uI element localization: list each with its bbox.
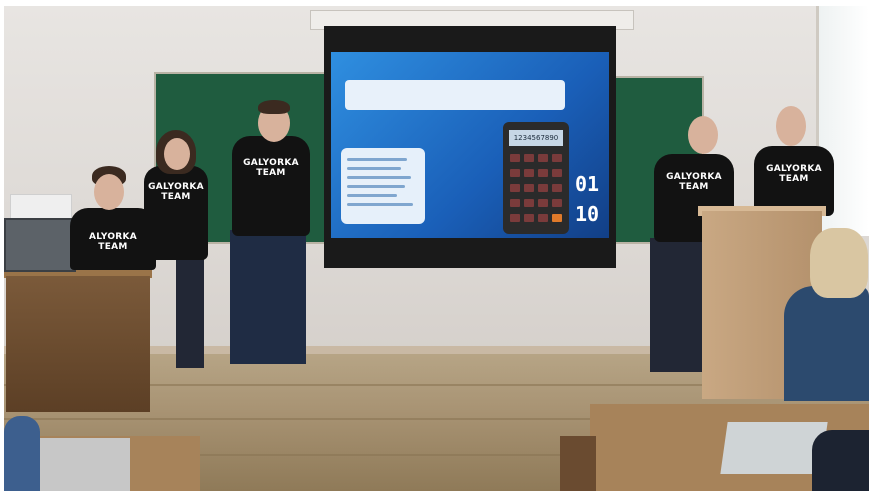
person-seated-head [94,174,124,210]
audience-person-hair [810,228,868,298]
person-woman-head [164,138,190,170]
slide-header [345,80,565,110]
shirt-logo: GALYORKA TEAM [766,164,822,184]
phone-display: 1234567890 [509,130,563,146]
person-woman-shirt: GALYORKA TEAM [144,166,208,260]
shirt-logo: GALYORKA TEAM [148,182,204,202]
person-woman-pants [176,256,204,368]
person-right1-head [688,116,718,154]
person-center-jeans [230,230,306,364]
presentation-slide: 1234567890 01 10 [331,52,609,238]
audience-person-right-foreground [812,430,869,491]
person-right2-head [776,106,806,146]
person-center-hair [258,100,290,114]
paper-sheet-left [38,438,130,491]
chair-foreground [560,436,596,491]
shirt-logo: GALYORKA TEAM [243,158,299,178]
person-center-shirt: GALYORKA TEAM [232,136,310,236]
binary-digits-bottom: 10 [575,202,600,226]
printer [10,194,72,220]
laptop [4,218,76,272]
desk-left [6,276,150,412]
phone-graphic: 1234567890 [503,122,569,234]
slide-bullet-list [341,148,425,224]
person-right1-pants [650,238,702,372]
phone-keypad [510,154,562,224]
photo-frame: 1234567890 01 10 ALYORKA TEAM GALYORKA T… [4,6,869,491]
shirt-logo: GALYORKA TEAM [666,172,722,192]
binary-digits-top: 01 [575,172,600,196]
audience-person-shoulders [784,286,869,401]
audience-person-left [4,416,40,491]
